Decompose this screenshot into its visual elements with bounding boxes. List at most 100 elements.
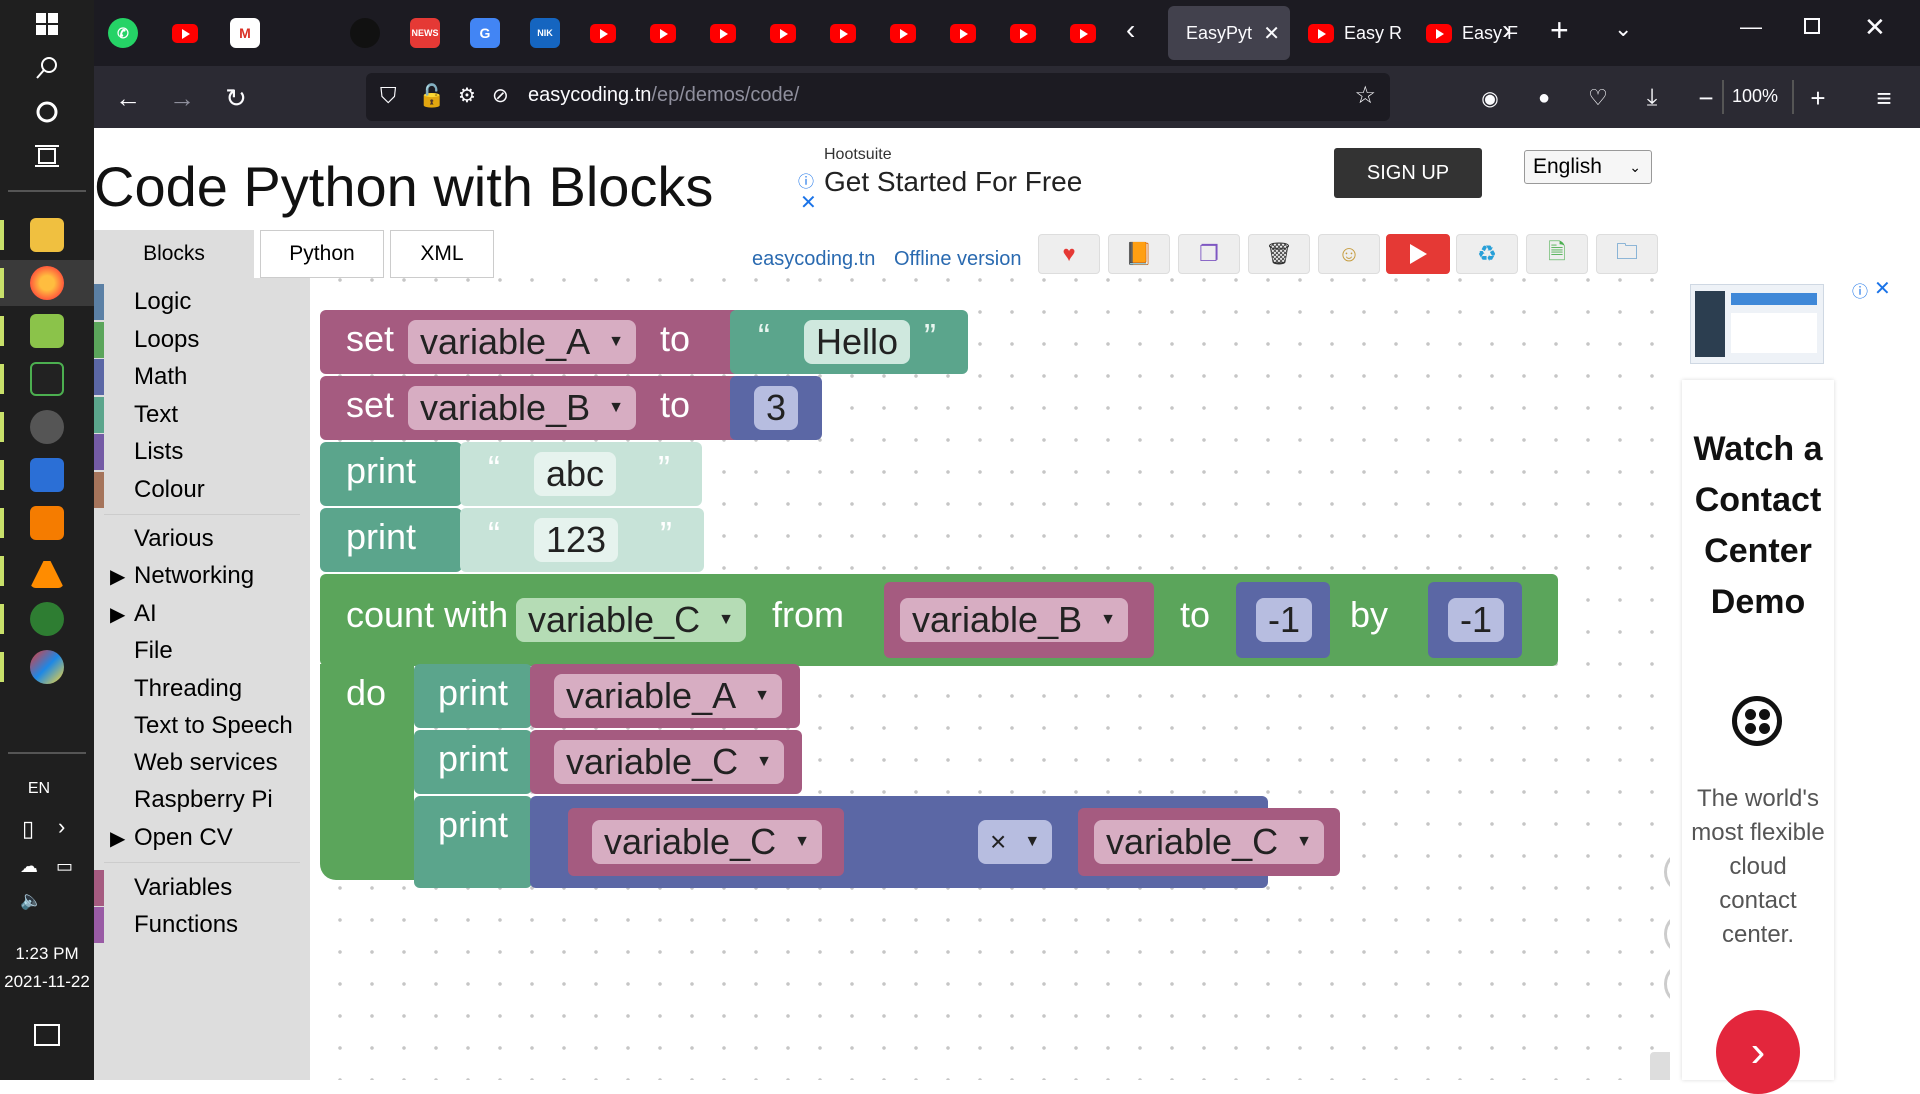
whatsapp-pinned-tab-icon[interactable]: ✆ bbox=[108, 18, 138, 48]
green-globe-icon[interactable] bbox=[30, 602, 64, 636]
tab-python[interactable]: Python bbox=[260, 230, 384, 278]
news-pinned-tab-icon[interactable]: NEWS bbox=[410, 18, 440, 48]
network-icon[interactable]: ▭ bbox=[56, 856, 73, 877]
ad-card[interactable]: Watch a Contact Center Demo The world's … bbox=[1682, 380, 1834, 1094]
toolbox-category-text-to-speech[interactable]: Text to Speech bbox=[94, 708, 310, 744]
heart-icon[interactable]: ♥ bbox=[1038, 234, 1100, 274]
permissions-icon[interactable]: ⚙ bbox=[458, 83, 476, 108]
number-field[interactable]: -1 bbox=[1448, 598, 1505, 642]
close-tab-icon[interactable]: ✕ bbox=[1263, 21, 1280, 46]
toolbox-category-lists[interactable]: Lists bbox=[94, 434, 310, 470]
text-field[interactable]: Hello bbox=[804, 320, 911, 364]
media-app-icon[interactable] bbox=[30, 410, 64, 444]
tab-easy-r[interactable]: Easy R bbox=[1290, 6, 1408, 60]
bookmark-star-icon[interactable]: ☆ bbox=[1354, 81, 1376, 110]
file-explorer-icon[interactable] bbox=[30, 218, 64, 252]
task-view-icon[interactable] bbox=[22, 136, 72, 176]
blockly-workspace[interactable]: set variable_A ▼ to “ Hello ” set variabl… bbox=[310, 278, 1756, 1080]
pocket-icon[interactable]: ♡ bbox=[1580, 80, 1616, 116]
variable-dropdown[interactable]: variable_A ▼ bbox=[554, 674, 782, 718]
restore-icon[interactable] bbox=[1804, 18, 1820, 34]
cortana-icon[interactable] bbox=[22, 92, 72, 132]
github-pinned-tab-icon[interactable] bbox=[350, 18, 380, 48]
tab-scroll-right-icon[interactable]: › bbox=[1502, 14, 1511, 46]
top-ad-banner[interactable]: Hootsuite Get Started For Free ⓘ ✕ SIGN … bbox=[794, 128, 1506, 218]
zoom-out-icon[interactable]: − bbox=[1688, 80, 1724, 116]
extension-icon[interactable]: ◉ bbox=[1472, 80, 1508, 116]
copy-icon[interactable]: ❐ bbox=[1178, 234, 1240, 274]
variable-dropdown[interactable]: variable_B ▼ bbox=[408, 386, 636, 430]
new-tab-icon[interactable]: + bbox=[1550, 12, 1569, 49]
tab-blocks[interactable]: Blocks bbox=[94, 230, 254, 278]
ad-close-icon[interactable]: ✕ bbox=[800, 190, 817, 215]
youtube-pinned-tab-icon[interactable] bbox=[770, 24, 796, 43]
windows-start-icon[interactable] bbox=[22, 4, 72, 44]
variable-dropdown[interactable]: variable_B ▼ bbox=[900, 598, 1128, 642]
forward-icon[interactable]: → bbox=[164, 80, 200, 116]
toolbox-category-threading[interactable]: Threading bbox=[94, 671, 310, 707]
clock-time[interactable]: 1:23 PM bbox=[0, 944, 94, 964]
insecure-lock-icon[interactable]: 🔓 bbox=[418, 83, 445, 109]
ad-info-icon[interactable]: ⓘ bbox=[798, 168, 814, 192]
toolbox-category-loops[interactable]: Loops bbox=[94, 322, 310, 358]
youtube-pinned-tab-icon[interactable] bbox=[590, 24, 616, 43]
toolbox-category-various[interactable]: Various bbox=[94, 521, 310, 557]
word-document-icon[interactable] bbox=[30, 458, 64, 492]
tab-scroll-left-icon[interactable]: ‹ bbox=[1126, 14, 1135, 46]
operator-dropdown[interactable]: × ▼ bbox=[978, 820, 1053, 864]
toolbox-category-file[interactable]: File bbox=[94, 633, 310, 669]
tracking-protection-shield-icon[interactable]: ⛉ bbox=[380, 83, 397, 109]
paint-icon[interactable] bbox=[30, 650, 64, 684]
offline-version-link[interactable]: Offline version bbox=[894, 248, 1021, 271]
ad-signup-button[interactable]: SIGN UP bbox=[1334, 148, 1482, 198]
notifications-icon[interactable] bbox=[34, 1024, 60, 1046]
close-window-icon[interactable]: ✕ bbox=[1864, 12, 1886, 43]
terminal-icon[interactable] bbox=[30, 362, 64, 396]
youtube-pinned-tab-icon[interactable] bbox=[950, 24, 976, 43]
right-ad-banner[interactable]: ⓘ ✕ Watch a Contact Center Demo The worl… bbox=[1670, 276, 1920, 1094]
text-field[interactable]: abc bbox=[534, 452, 617, 496]
recycle-icon[interactable]: ♻ bbox=[1456, 234, 1518, 274]
variable-dropdown[interactable]: variable_A ▼ bbox=[408, 320, 636, 364]
toolbox-category-networking[interactable]: ▶ Networking bbox=[94, 558, 310, 594]
open-xml-icon[interactable]: 🗀 bbox=[1596, 234, 1658, 274]
youtube-pinned-tab-icon[interactable] bbox=[1010, 24, 1036, 43]
buy-coffee-icon[interactable]: ☺ bbox=[1318, 234, 1380, 274]
number-field[interactable]: -1 bbox=[1256, 598, 1313, 642]
hamburger-menu-icon[interactable]: ≡ bbox=[1866, 80, 1902, 116]
variable-dropdown[interactable]: variable_C ▼ bbox=[1094, 820, 1324, 864]
youtube-pinned-tab-icon[interactable] bbox=[172, 24, 198, 43]
back-icon[interactable]: ← bbox=[110, 80, 146, 116]
apple-pinned-tab-icon[interactable] bbox=[290, 18, 320, 48]
minimize-icon[interactable]: — bbox=[1740, 14, 1762, 40]
trash-icon[interactable]: 🗑 bbox=[1248, 234, 1310, 274]
toolbox-category-open-cv[interactable]: ▶ Open CV bbox=[94, 820, 310, 856]
tab-easypython-active[interactable]: EasyPyt ✕ bbox=[1168, 6, 1290, 60]
search-icon[interactable] bbox=[22, 48, 72, 88]
list-all-tabs-icon[interactable]: ⌄ bbox=[1614, 16, 1632, 42]
language-indicator[interactable]: EN bbox=[0, 780, 78, 798]
variable-dropdown[interactable]: variable_C ▼ bbox=[554, 740, 784, 784]
run-program-icon[interactable] bbox=[1386, 234, 1450, 274]
nikkei-pinned-tab-icon[interactable]: NIK bbox=[530, 18, 560, 48]
tab-xml[interactable]: XML bbox=[390, 230, 494, 278]
text-field[interactable]: 123 bbox=[534, 518, 619, 562]
usb-icon[interactable]: ▯ bbox=[22, 816, 34, 842]
youtube-pinned-tab-icon[interactable] bbox=[830, 24, 856, 43]
book-icon[interactable]: 📙 bbox=[1108, 234, 1170, 274]
toolbox-category-colour[interactable]: Colour bbox=[94, 472, 310, 508]
vlc-icon[interactable] bbox=[30, 554, 64, 588]
toolbox-category-math[interactable]: Math bbox=[94, 359, 310, 395]
youtube-pinned-tab-icon[interactable] bbox=[710, 24, 736, 43]
loop-variable-dropdown[interactable]: variable_C ▼ bbox=[516, 598, 746, 642]
url-bar[interactable]: ⛉ 🔓 ⚙ ⊘ easycoding.tn/ep/demos/code/ ☆ bbox=[366, 73, 1390, 121]
extension-icon[interactable]: ● bbox=[1526, 80, 1562, 116]
ad-close-icon[interactable]: ✕ bbox=[1874, 276, 1891, 301]
toolbox-category-web-services[interactable]: Web services bbox=[94, 745, 310, 781]
toolbox-category-text[interactable]: Text bbox=[94, 397, 310, 433]
ad-info-icon[interactable]: ⓘ bbox=[1852, 278, 1868, 302]
downloads-icon[interactable]: ⤓ bbox=[1634, 80, 1670, 116]
youtube-pinned-tab-icon[interactable] bbox=[650, 24, 676, 43]
blocked-autoplay-icon[interactable]: ⊘ bbox=[492, 83, 509, 108]
toolbox-category-ai[interactable]: ▶ AI bbox=[94, 596, 310, 632]
